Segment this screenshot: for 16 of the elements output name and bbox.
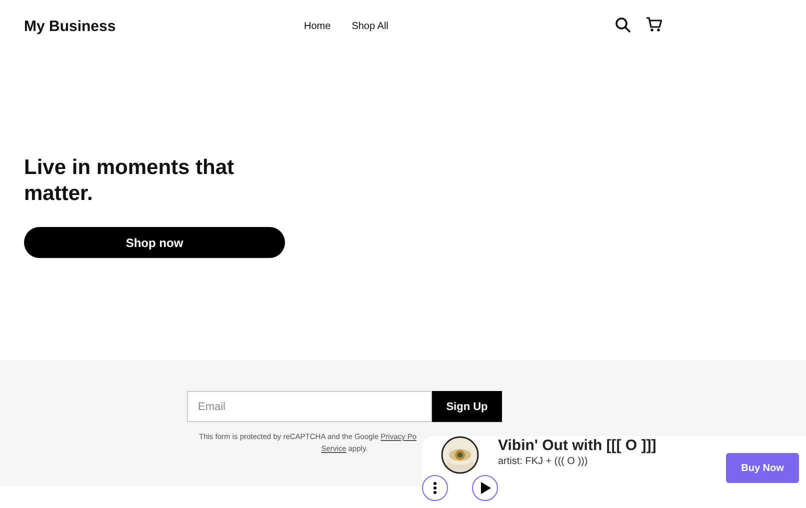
- logo[interactable]: My Business: [24, 18, 116, 34]
- play-button[interactable]: [472, 475, 498, 501]
- nav-link[interactable]: Home: [304, 20, 331, 32]
- track-title: Vibin' Out with [[[ O ]]]: [498, 436, 656, 455]
- more-options-button[interactable]: [422, 475, 448, 501]
- track-artist: artist: FKJ + ((( O ))): [498, 456, 589, 467]
- hero-heading: Live in moments that matter.: [24, 155, 236, 207]
- sign-up-button[interactable]: Sign Up: [432, 391, 502, 422]
- email-field[interactable]: Email: [187, 391, 432, 422]
- play-icon: [480, 482, 490, 494]
- search-icon[interactable]: [615, 17, 631, 33]
- shop-now-button[interactable]: Shop now: [24, 227, 285, 258]
- buy-now-button[interactable]: Buy Now: [726, 453, 799, 483]
- more-icon: [433, 482, 437, 494]
- cart-icon[interactable]: [646, 17, 662, 32]
- nav-link[interactable]: Shop All: [352, 20, 388, 32]
